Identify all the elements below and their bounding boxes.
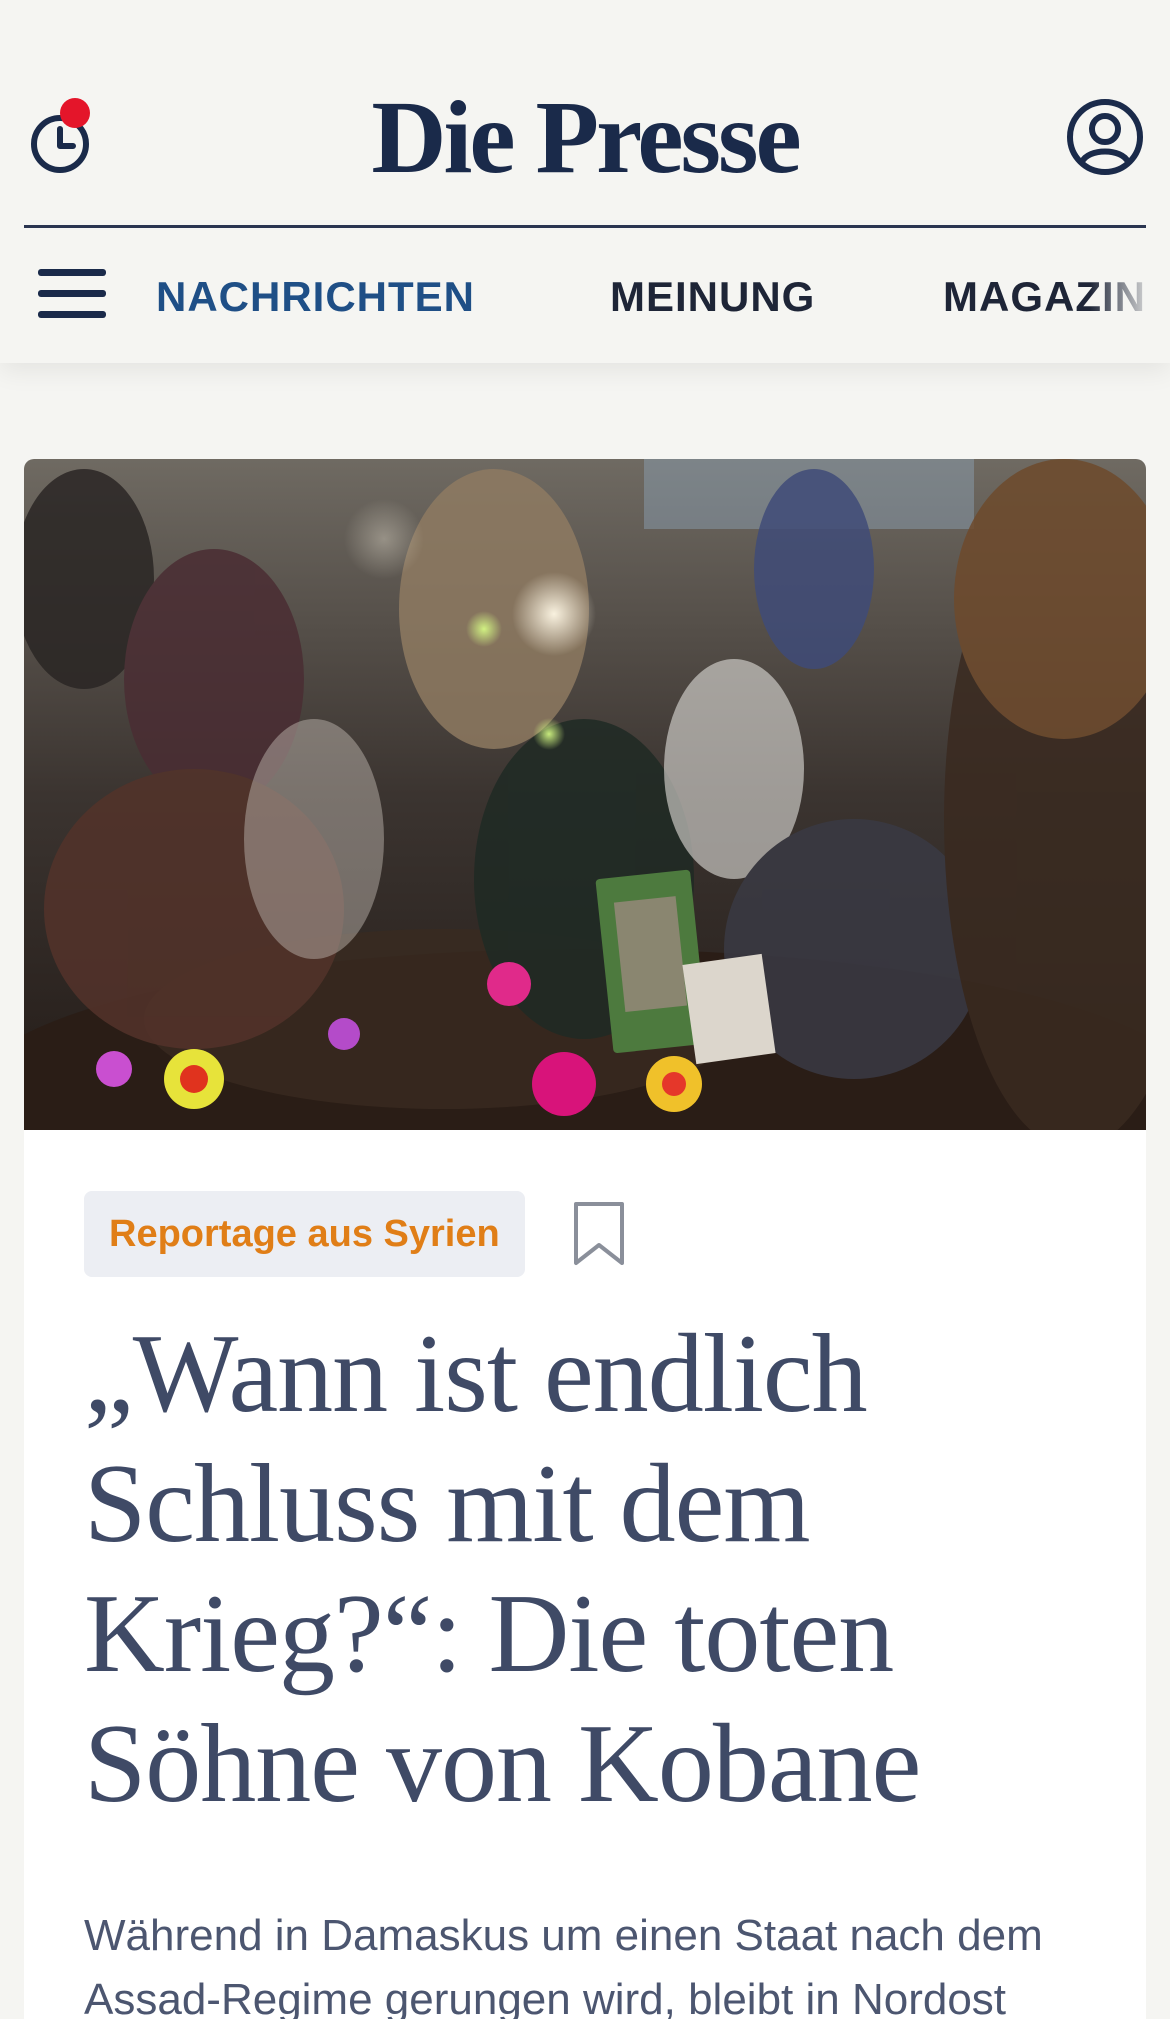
article-headline[interactable]: „Wann ist endlich Schluss mit dem Krieg?… [84,1309,1094,1829]
kicker[interactable]: Reportage aus Syrien [84,1191,525,1277]
article-lead: Während in Damaskus um einen Staat nach … [84,1911,1043,2019]
bookmark-icon [574,1202,624,1265]
bookmark-button[interactable] [572,1201,626,1267]
header-divider [24,225,1146,228]
article-hero-photo[interactable] [24,459,1146,1130]
site-header: Die Presse NACHRICHTEN MEINUNG MAGAZIN [0,0,1170,363]
nav-scroll-fade [1090,260,1170,335]
nav-item-nachrichten[interactable]: NACHRICHTEN [156,267,475,327]
article-card: Reportage aus Syrien „Wann ist endlich S… [24,459,1146,2019]
site-logo[interactable]: Die Presse [0,78,1170,198]
hamburger-menu-icon [38,269,106,318]
main-menu-button[interactable] [38,269,106,325]
kicker-label: Reportage aus Syrien [84,1191,525,1277]
user-account-icon [1067,99,1143,175]
account-button[interactable] [1066,98,1144,176]
nav-item-meinung[interactable]: MEINUNG [610,267,815,327]
